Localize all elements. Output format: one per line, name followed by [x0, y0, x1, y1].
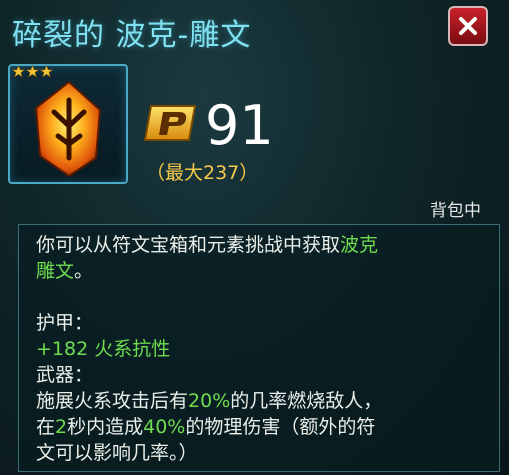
weapon-text: 秒内造成	[67, 416, 144, 438]
star-icon	[40, 65, 53, 78]
weapon-line-3: 文可以影响几率。）	[36, 442, 198, 464]
intro-text: 你可以从符文宝箱和元素挑战中获取	[36, 234, 341, 256]
weapon-highlight: 40%	[143, 416, 186, 438]
fire-rune-glyph-icon	[34, 80, 102, 178]
weapon-text: 施展火系攻击后有	[36, 390, 189, 412]
item-tooltip-panel: 碎裂的 波克-雕文 91 （最大237） 背包中 你可以从符文宝箱和元素挑战中获…	[0, 0, 509, 475]
weapon-highlight: 20%	[188, 390, 231, 412]
intro-highlight: 波克	[340, 234, 379, 256]
intro-suffix: 。	[74, 260, 94, 282]
weapon-text: 的物理伤害（额外的符	[185, 416, 376, 438]
weapon-highlight: 2	[55, 416, 68, 438]
intro-line-1: 你可以从符文宝箱和元素挑战中获取波克	[36, 232, 476, 258]
weapon-label: 武器：	[36, 364, 94, 386]
close-icon	[459, 17, 477, 35]
star-icon	[12, 65, 25, 78]
weapon-text: 的几率燃烧敌人，	[230, 390, 383, 412]
intro-line-2: 雕文。	[36, 258, 476, 284]
price-max: （最大237）	[146, 162, 259, 184]
item-title: 碎裂的 波克-雕文	[12, 18, 252, 53]
price-value: 91	[205, 94, 274, 157]
armor-stat: +182 火系抗性	[36, 338, 171, 360]
weapon-text: 在	[36, 416, 56, 438]
weapon-line-2: 在2秒内造成40%的物理伤害（额外的符	[36, 414, 476, 440]
close-button[interactable]	[448, 6, 488, 46]
p-currency-icon	[143, 105, 197, 141]
location-status: 背包中	[430, 201, 481, 221]
intro-highlight: 雕文	[36, 260, 75, 282]
weapon-line-1: 施展火系攻击后有20%的几率燃烧敌人，	[36, 388, 476, 414]
star-icon	[26, 65, 39, 78]
rarity-stars	[12, 65, 53, 78]
armor-label: 护甲：	[36, 312, 94, 334]
description-text: 你可以从符文宝箱和元素挑战中获取波克 雕文。 护甲： +182 火系抗性 武器：…	[36, 232, 476, 466]
